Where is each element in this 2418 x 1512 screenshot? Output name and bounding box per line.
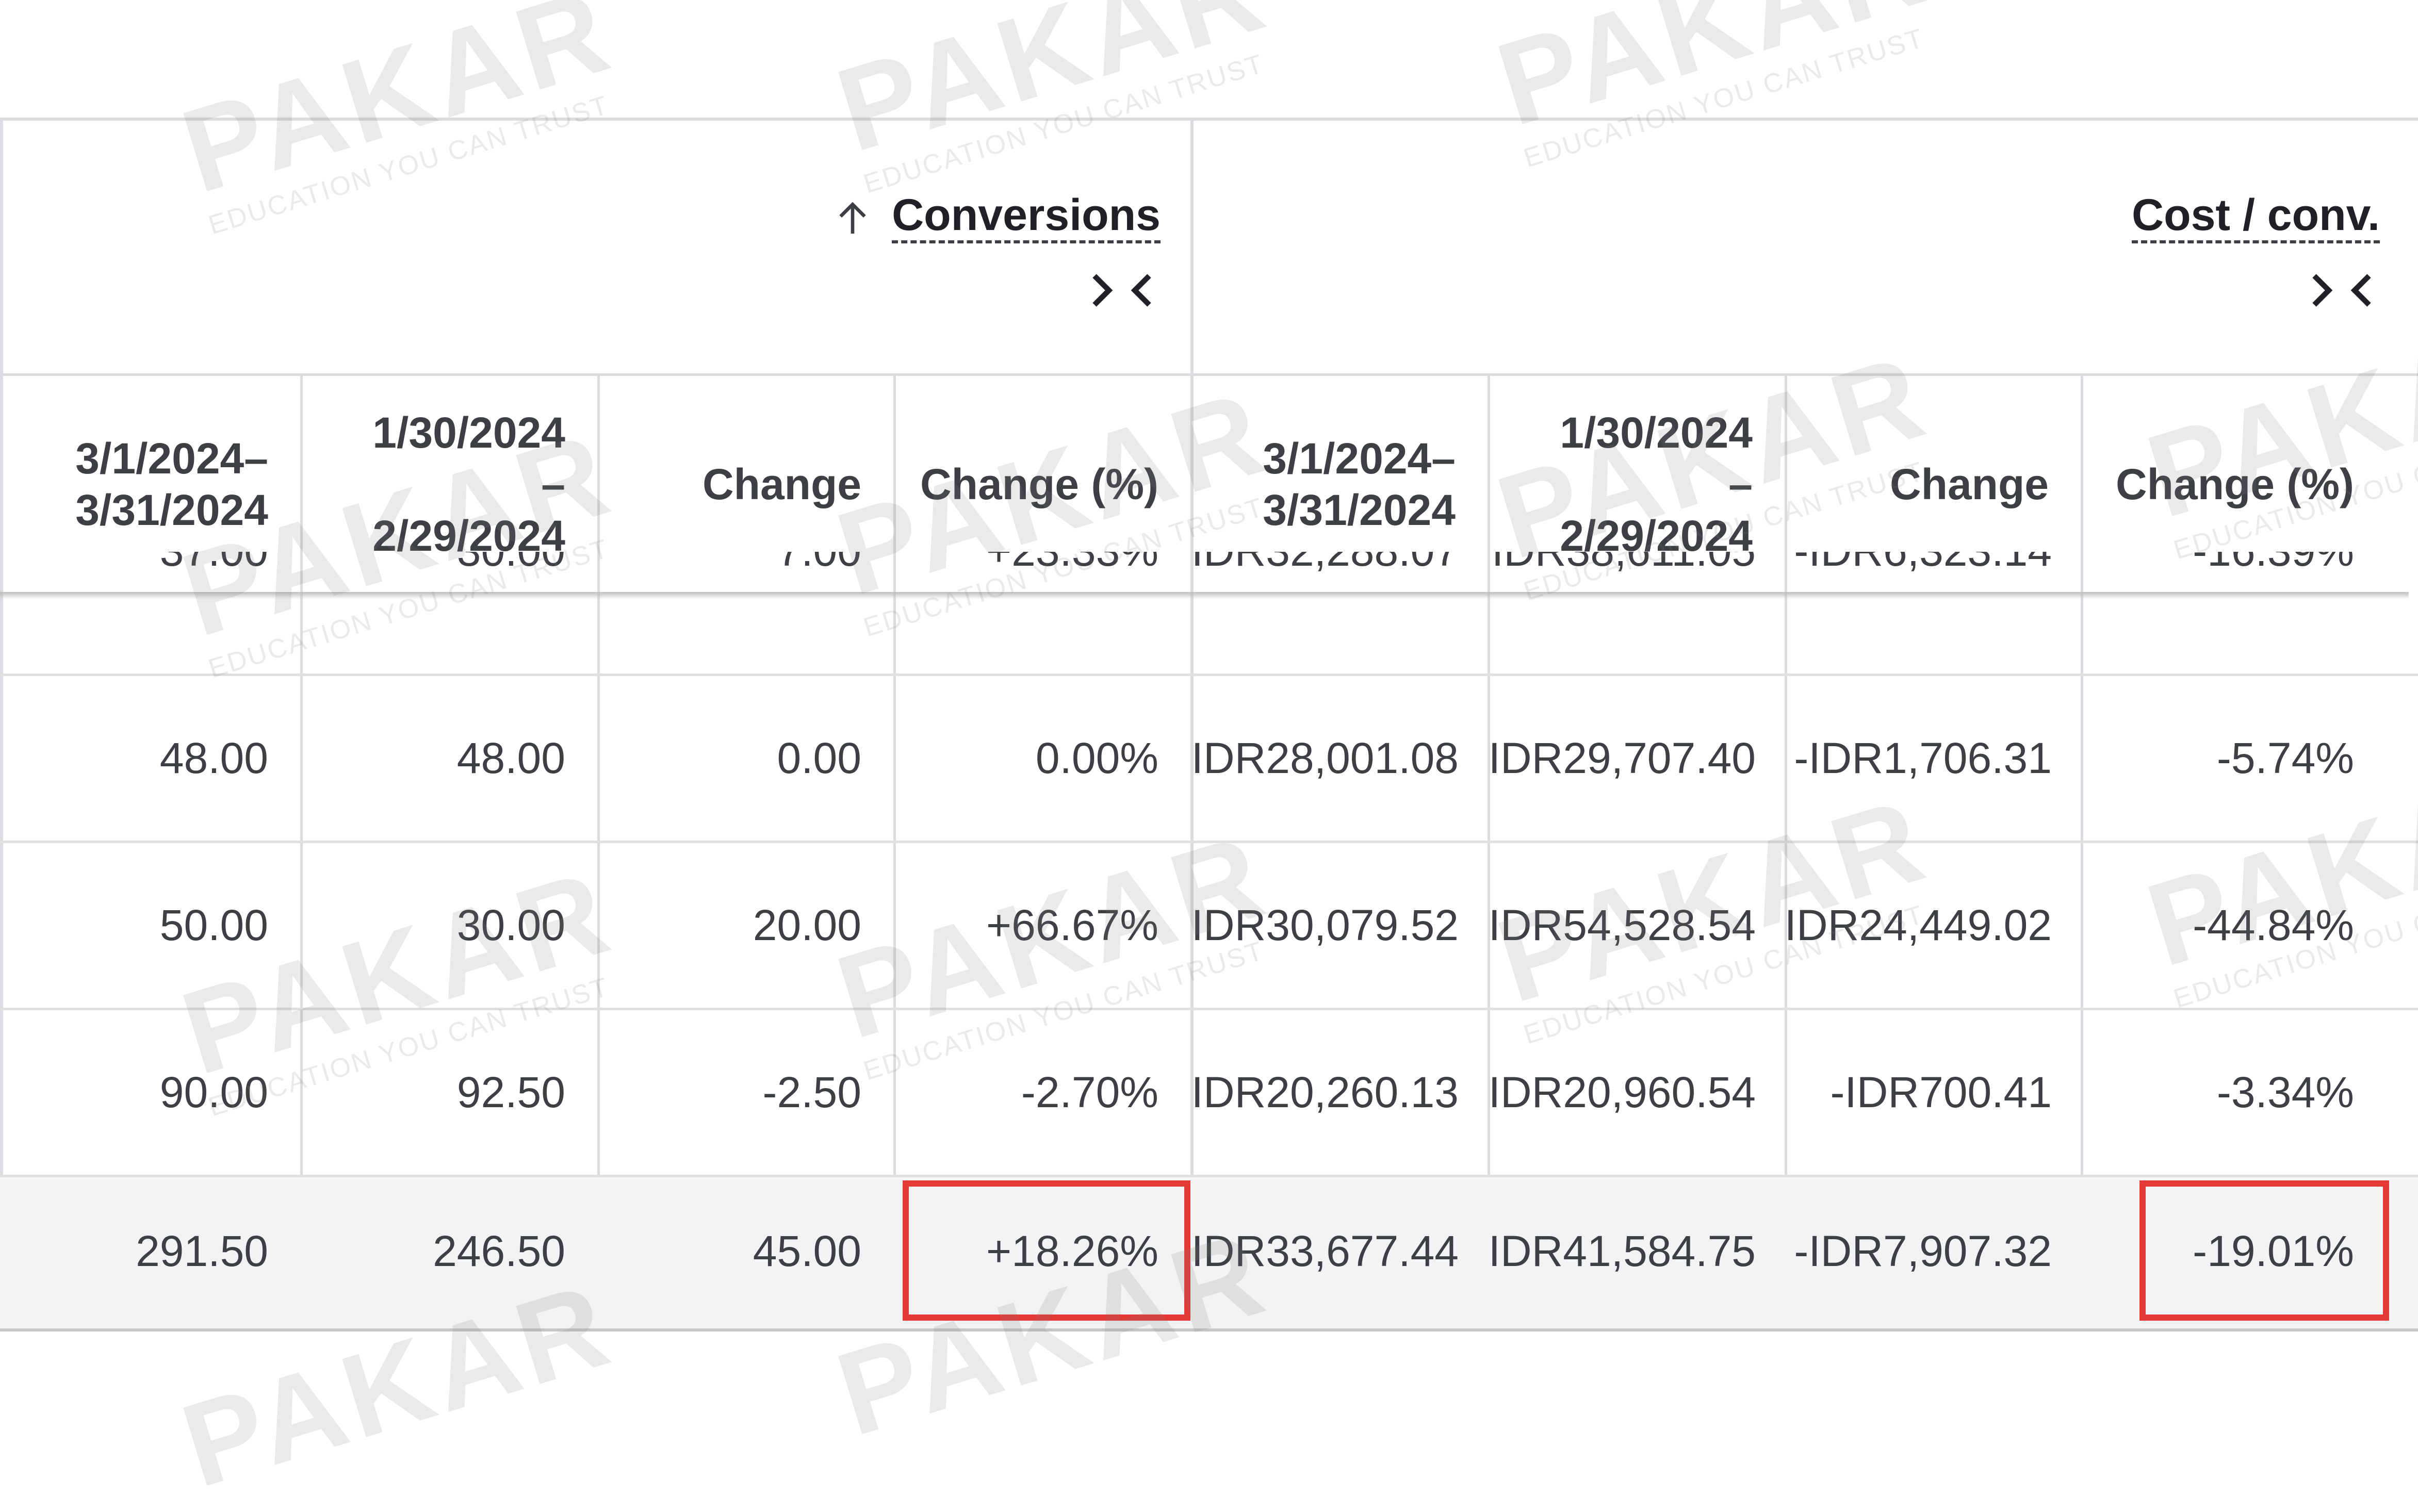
table-cell: 48.00 bbox=[159, 733, 268, 782]
table-cell: IDR54,528.54 bbox=[1488, 900, 1756, 949]
header-line: Change (%) bbox=[920, 460, 1158, 508]
conversions-group-header[interactable]: Conversions bbox=[825, 190, 1161, 246]
table-cell: 90.00 bbox=[159, 1067, 268, 1116]
total-cell: 246.50 bbox=[433, 1226, 565, 1275]
arrow-up-icon[interactable] bbox=[832, 198, 873, 239]
cost-per-conv-group-label[interactable]: Cost / conv. bbox=[2131, 193, 2380, 243]
sticky-header-shadow bbox=[0, 592, 2409, 599]
watermark: PAKAR EDUCATION YOU CAN TRUST bbox=[823, 0, 1288, 200]
watermark-tagline: EDUCATION YOU CAN TRUST bbox=[860, 48, 1268, 200]
watermark: PAKAR EDUCATION YOU CAN TRUST bbox=[1483, 0, 1949, 174]
highlight-box-conversions-change bbox=[903, 1180, 1190, 1321]
header-line: 3/1/2024– bbox=[75, 434, 268, 483]
table-cell: -16.39% bbox=[2083, 552, 2418, 582]
row-separator bbox=[0, 1175, 2418, 1177]
header-line: 3/31/2024 bbox=[1263, 486, 1456, 534]
table-cell: -IDR700.41 bbox=[1830, 1067, 2052, 1116]
group-divider bbox=[1190, 118, 1194, 1330]
table-cell: 30.00 bbox=[456, 900, 565, 949]
comparison-table: Conversions Cost / conv. 3/1/2024– 3/31/… bbox=[0, 0, 2418, 1512]
watermark-tagline: EDUCATION YOU CAN TRUST bbox=[205, 90, 613, 241]
collapse-columns-icon[interactable] bbox=[1088, 262, 1155, 319]
watermark-word: PAKAR bbox=[823, 0, 1282, 177]
table-cell: -3.34% bbox=[2216, 1067, 2354, 1116]
table-cell: 7.00 bbox=[600, 552, 893, 582]
table-row-partial: 37.00 30.00 7.00 +23.33% IDR32,288.07 ID… bbox=[0, 552, 2418, 595]
header-line: Change bbox=[702, 460, 861, 508]
watermark-word: PAKAR bbox=[168, 0, 627, 218]
header-line: – bbox=[1728, 460, 1753, 508]
conversions-group-label[interactable]: Conversions bbox=[892, 193, 1161, 243]
table-cell: 92.50 bbox=[456, 1067, 565, 1116]
row-separator bbox=[0, 841, 2418, 843]
table-cell: -5.74% bbox=[2216, 733, 2354, 782]
watermark-word: PAKAR bbox=[168, 844, 627, 1100]
table-cell: IDR24,449.02 bbox=[1784, 900, 2052, 949]
table-cell: -2.70% bbox=[1021, 1067, 1158, 1116]
table-cell: -IDR6,323.14 bbox=[1787, 552, 2081, 582]
table-top-border bbox=[0, 118, 2418, 121]
table-cell: 48.00 bbox=[456, 733, 565, 782]
row-separator bbox=[0, 673, 2418, 676]
table-cell: -IDR1,706.31 bbox=[1794, 733, 2052, 782]
header-line: 3/1/2024– bbox=[1263, 434, 1456, 483]
highlight-box-cost-change bbox=[2139, 1180, 2389, 1321]
table-cell: +23.33% bbox=[896, 552, 1190, 582]
table-bottom-border bbox=[0, 1328, 2418, 1332]
collapse-columns-icon[interactable] bbox=[2308, 262, 2375, 319]
watermark-tagline: EDUCATION YOU CAN TRUST bbox=[1520, 23, 1928, 174]
total-cell: -IDR7,907.32 bbox=[1794, 1226, 2052, 1275]
total-cell: IDR41,584.75 bbox=[1488, 1226, 1756, 1275]
header-line: Change (%) bbox=[2116, 460, 2354, 508]
table-cell: -44.84% bbox=[2193, 900, 2354, 949]
watermark-word: PAKAR bbox=[1483, 0, 1942, 151]
total-cell: 291.50 bbox=[136, 1226, 268, 1275]
table-cell: +66.67% bbox=[986, 900, 1158, 949]
table-cell: IDR29,707.40 bbox=[1488, 733, 1756, 782]
total-cell: 45.00 bbox=[753, 1226, 861, 1275]
table-cell: 0.00 bbox=[777, 733, 862, 782]
table-left-border bbox=[0, 118, 3, 1330]
table-cell: IDR28,001.08 bbox=[1191, 733, 1459, 782]
row-separator bbox=[0, 1008, 2418, 1010]
table-cell: IDR20,260.13 bbox=[1191, 1067, 1459, 1116]
table-cell: 0.00% bbox=[1035, 733, 1158, 782]
header-line: Change bbox=[1889, 460, 2049, 508]
table-cell: IDR32,288.07 bbox=[1191, 552, 1488, 582]
header-line: – bbox=[541, 460, 565, 508]
header-line: 3/31/2024 bbox=[75, 486, 268, 534]
table-cell: IDR20,960.54 bbox=[1488, 1067, 1756, 1116]
table-cell: 50.00 bbox=[159, 900, 268, 949]
header-line: 1/30/2024 bbox=[372, 408, 565, 457]
table-cell: IDR38,611.05 bbox=[1490, 552, 1785, 582]
table-cell: 37.00 bbox=[3, 552, 300, 582]
table-cell: -2.50 bbox=[762, 1067, 861, 1116]
table-cell: 20.00 bbox=[753, 900, 861, 949]
total-cell: IDR33,677.44 bbox=[1191, 1226, 1459, 1275]
table-cell: 30.00 bbox=[303, 552, 597, 582]
cost-per-conv-group-header[interactable]: Cost / conv. bbox=[1960, 190, 2380, 246]
header-line: 1/30/2024 bbox=[1560, 408, 1753, 457]
table-cell: IDR30,079.52 bbox=[1191, 900, 1459, 949]
